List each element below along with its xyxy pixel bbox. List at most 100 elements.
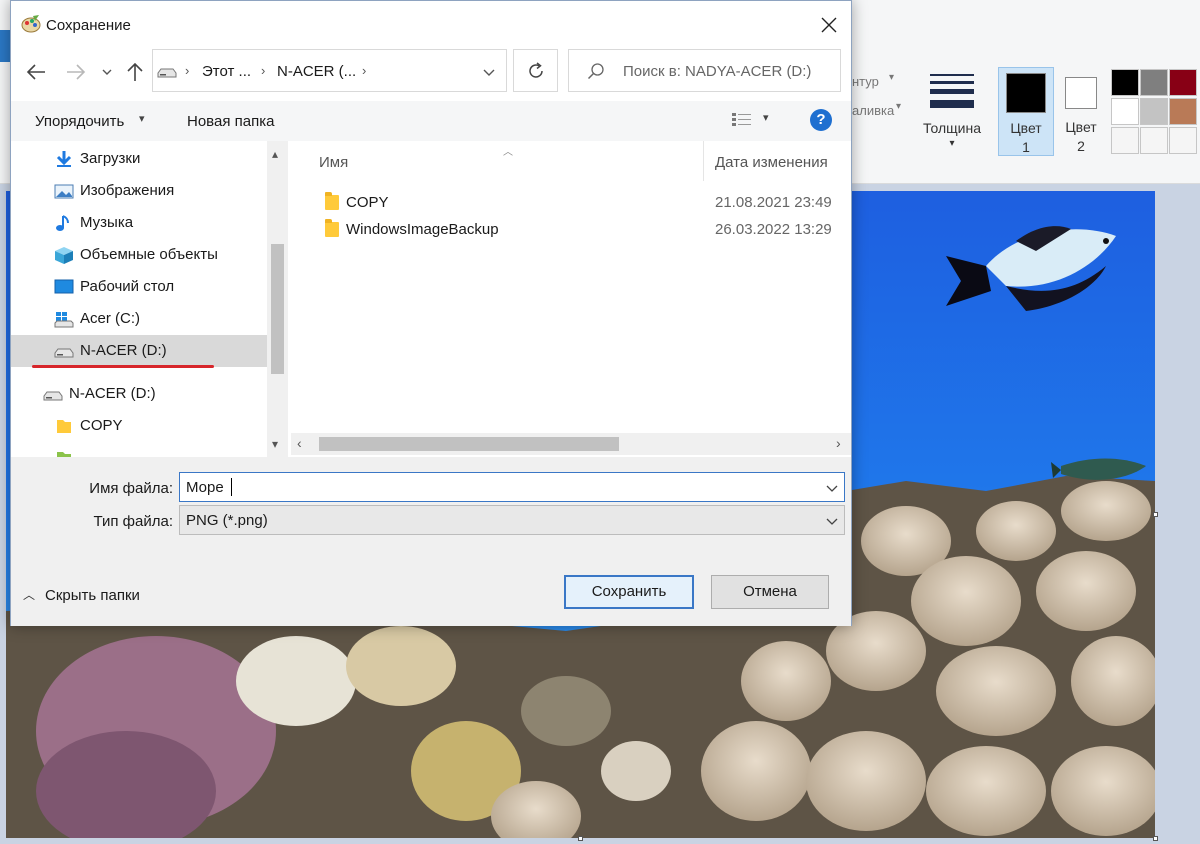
desktop-icon [54,279,74,296]
sort-indicator-icon: ︿ [503,147,513,158]
nav-item-label: Acer (C:) [80,310,140,327]
palette-color-swatch[interactable] [1140,98,1168,125]
nav-item-label: Рабочий стол [80,278,175,295]
nav-item-label: Музыка [80,214,134,231]
fill-dropdown-icon[interactable]: ▾ [896,101,901,112]
search-input[interactable]: Поиск в: NADYA-ACER (D:) [568,49,841,92]
up-folder-icon[interactable] [124,61,146,83]
breadcrumb-drive[interactable]: N-ACER (... [277,63,356,80]
color1-number: 1 [1022,139,1030,155]
recent-locations-dropdown-icon[interactable] [101,65,113,77]
filetype-label: Тип файла: [93,513,174,530]
red-underline-annotation [32,365,214,368]
nav-item-downloads[interactable]: Загрузки [11,143,267,175]
downloads-icon [54,151,74,168]
nav-item-desktop[interactable]: Рабочий стол [11,271,267,303]
column-header-date[interactable]: Дата изменения [715,154,828,171]
organize-dropdown-icon[interactable]: ▾ [139,112,145,125]
dialog-footer: Имя файла: Море Тип файла: PNG (*.png) ︿… [11,457,851,626]
nav-item-n-acer-d[interactable]: N-ACER (D:) [11,378,267,410]
pictures-icon [54,183,74,200]
palette-color-swatch[interactable] [1169,98,1197,125]
back-icon[interactable] [25,61,47,83]
palette-color-swatch[interactable] [1169,127,1197,154]
nav-pane-scrollbar[interactable]: ▴ ▾ [267,141,288,457]
view-options-icon[interactable] [731,111,753,129]
palette-color-swatch[interactable] [1111,127,1139,154]
save-button[interactable]: Сохранить [564,575,694,609]
canvas-resize-handle-bottom[interactable] [578,836,583,841]
music-icon [54,215,74,232]
ribbon-left-edge [0,30,10,62]
palette-color-swatch[interactable] [1169,69,1197,96]
filetype-dropdown-icon[interactable] [825,514,839,528]
color2-button[interactable]: Цвет 2 [1058,67,1104,156]
chevron-up-icon: ︿ [23,588,36,602]
hide-folders-toggle[interactable]: ︿ Скрыть папки [23,585,173,607]
help-icon[interactable]: ? [810,109,832,131]
nav-item-3d-objects[interactable]: Объемные объекты [11,239,267,271]
navigation-pane: Загрузки Изображения Музыка Объемные объ… [11,141,288,457]
nav-item-n-acer-d-selected[interactable]: N-ACER (D:) [11,335,267,367]
windows-drive-icon [54,311,74,328]
scroll-up-icon[interactable]: ▴ [272,147,278,161]
canvas-resize-handle-corner[interactable] [1153,836,1158,841]
filetype-select[interactable]: PNG (*.png) [179,505,845,535]
thickness-icon[interactable] [930,74,974,110]
nav-item-acer-c[interactable]: Acer (C:) [11,303,267,335]
filetype-value: PNG (*.png) [186,512,268,529]
palette-color-swatch[interactable] [1111,98,1139,125]
palette-color-swatch[interactable] [1140,127,1168,154]
address-bar[interactable]: › Этот ... › N-ACER (... › [152,49,507,92]
h-scroll-thumb[interactable] [319,437,619,451]
canvas-resize-handle-right[interactable] [1153,512,1158,517]
title-bar: Сохранение [11,1,851,45]
palette-color-swatch[interactable] [1140,69,1168,96]
nav-item-label: Загрузки [80,150,141,167]
refresh-icon [527,62,545,80]
text-cursor [231,478,232,496]
breadcrumb-this-pc[interactable]: Этот ... [202,63,251,80]
refresh-button[interactable] [513,49,558,92]
scroll-down-icon[interactable]: ▾ [272,437,278,451]
file-name: WindowsImageBackup [346,221,499,238]
new-folder-button[interactable]: Новая папка [187,113,274,130]
color1-button[interactable]: Цвет 1 [998,67,1054,156]
filename-input[interactable]: Море [179,472,845,502]
nav-scroll-thumb[interactable] [271,244,284,374]
nav-item-label: Изображения [80,182,175,199]
dialog-toolbar: Упорядочить ▾ Новая папка ▾ ? [11,101,851,141]
outline-dropdown-icon[interactable]: ▾ [889,72,894,83]
filename-dropdown-icon[interactable] [825,481,839,495]
file-date: 26.03.2022 13:29 [715,221,832,238]
thickness-label[interactable]: Толщина [920,120,984,136]
nav-item-music[interactable]: Музыка [11,207,267,239]
folder-icon [325,219,339,237]
color2-swatch [1065,77,1097,109]
nav-item-pictures[interactable]: Изображения [11,175,267,207]
scroll-right-icon[interactable]: › [836,435,841,451]
address-dropdown-icon[interactable] [482,65,496,79]
file-row[interactable]: COPY 21.08.2021 23:49 [291,189,851,216]
column-header-name[interactable]: Имя [319,154,348,171]
color1-swatch [1006,73,1046,113]
thickness-dropdown-icon[interactable]: ▾ [944,138,960,149]
nav-item-label: N-ACER (D:) [80,342,167,359]
view-dropdown-icon[interactable]: ▾ [763,111,769,124]
scroll-left-icon[interactable]: ‹ [297,435,302,451]
cancel-button[interactable]: Отмена [711,575,829,609]
file-pane-h-scrollbar[interactable]: ‹ › [291,433,851,455]
column-divider[interactable] [703,141,704,181]
forward-icon[interactable] [65,61,87,83]
breadcrumb-separator-icon: › [362,63,367,78]
file-name: COPY [346,194,389,211]
palette-color-swatch[interactable] [1111,69,1139,96]
dialog-title: Сохранение [46,17,131,34]
close-icon[interactable] [819,15,839,35]
outline-label[interactable]: нтур [852,74,879,89]
organize-button[interactable]: Упорядочить [35,113,124,130]
nav-item-copy[interactable]: COPY [11,410,267,442]
search-icon [587,62,605,80]
file-row[interactable]: WindowsImageBackup 26.03.2022 13:29 [291,216,851,243]
fill-label[interactable]: аливка [852,103,894,118]
